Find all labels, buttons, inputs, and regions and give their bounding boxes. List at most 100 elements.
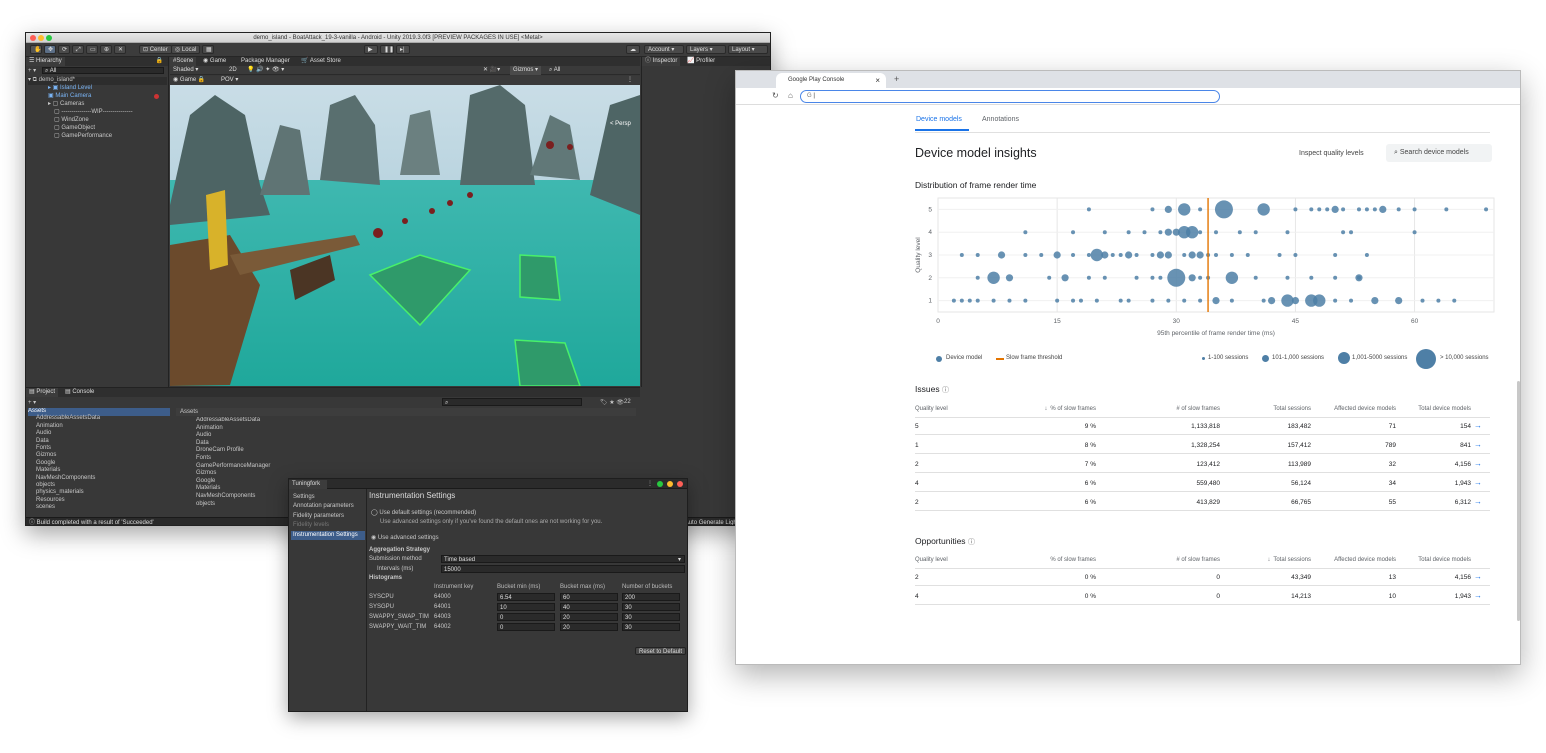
hierarchy-item-wip[interactable]: ▢ ---------------WIP--------------- [54,109,133,117]
device-model-point[interactable] [1349,298,1354,303]
device-model-point[interactable] [1444,207,1449,212]
device-model-point[interactable] [1156,251,1164,259]
device-model-point[interactable] [1047,275,1052,280]
device-model-point[interactable] [1023,253,1028,257]
device-model-point[interactable] [1281,294,1294,307]
device-model-point[interactable] [1372,207,1377,212]
nav-settings[interactable]: Settings [291,493,365,502]
histogram-value-input[interactable]: 0 [497,623,555,631]
device-model-point[interactable] [1134,275,1139,280]
column-header[interactable]: Quality level [915,557,948,563]
device-model-point[interactable] [1317,207,1322,212]
device-model-point[interactable] [1053,251,1061,259]
more-options-icon[interactable]: ⋮ [624,76,636,85]
project-folder-item[interactable]: AddressableAssetsData [36,415,100,423]
minimize-window-button[interactable] [38,35,44,41]
device-model-point[interactable] [1039,253,1044,257]
device-model-point[interactable] [1261,298,1266,303]
scale-tool-icon[interactable]: ⤢ [72,45,84,54]
open-details-arrow-icon[interactable]: → [1474,497,1482,506]
rotate-tool-icon[interactable]: ⟳ [58,45,70,54]
project-folder-item[interactable]: objects [36,482,55,490]
device-model-point[interactable] [1341,207,1346,212]
device-model-point[interactable] [1268,297,1276,305]
device-model-point[interactable] [1214,253,1218,257]
device-model-point[interactable] [1167,268,1186,287]
asset-item[interactable]: objects [196,501,215,509]
device-model-point[interactable] [1349,230,1354,235]
device-model-point[interactable] [1110,253,1115,257]
more-options-icon[interactable]: ⋮ [647,480,653,487]
hierarchy-item-main-camera[interactable]: ▣ Main Camera [48,93,91,101]
device-model-point[interactable] [1198,275,1203,280]
histogram-value-input[interactable]: 20 [560,613,618,621]
tab-hierarchy[interactable]: ☰ Hierarchy [26,57,65,66]
intervals-input[interactable]: 15000 [441,565,685,573]
hierarchy-item-island-level[interactable]: ▸ ▣ Island Level [48,85,92,93]
device-model-point[interactable] [1142,230,1147,235]
open-details-arrow-icon[interactable]: → [1474,440,1482,449]
device-model-point[interactable] [1237,230,1242,235]
inspect-quality-levels-link[interactable]: Inspect quality levels [1299,150,1364,157]
hierarchy-item-windzone[interactable]: ▢ WindZone [54,117,89,125]
device-model-point[interactable] [1071,298,1076,303]
open-details-arrow-icon[interactable]: → [1474,459,1482,468]
device-model-point[interactable] [1309,275,1314,280]
browser-tab[interactable]: Google Play Console × [776,73,886,88]
device-model-point[interactable] [1150,275,1155,280]
device-model-point[interactable] [967,298,972,303]
project-folder-item[interactable]: scenes [36,504,55,512]
device-model-point[interactable] [1134,253,1139,257]
device-model-point[interactable] [1229,298,1234,303]
project-folder-item[interactable]: Animation [36,423,63,431]
tab-asset-store[interactable]: 🛒 Asset Store [298,57,344,66]
add-object-button[interactable]: + ▾ [28,67,36,74]
device-model-point[interactable] [991,298,996,303]
default-settings-radio[interactable]: ◯ Use default settings (recommended) [371,509,476,516]
device-model-point[interactable] [1309,207,1314,212]
device-model-point[interactable] [1313,294,1326,307]
histogram-value-input[interactable]: 10 [497,603,555,611]
device-model-point[interactable] [1086,253,1091,257]
device-model-point[interactable] [1412,207,1417,212]
device-model-point[interactable] [1178,203,1191,216]
device-model-point[interactable] [1158,230,1163,235]
hierarchy-item-gameperformance[interactable]: ▢ GamePerformance [54,133,112,141]
device-model-point[interactable] [1371,297,1379,305]
pivot-center-button[interactable]: ⊡ Center [139,45,172,54]
histogram-value-input[interactable]: 6.54 [497,593,555,601]
histogram-value-input[interactable]: 200 [622,593,680,601]
close-tab-icon[interactable]: × [875,73,880,88]
project-folder-item[interactable]: Materials [36,467,60,475]
maximize-window-button[interactable] [46,35,52,41]
new-tab-button[interactable]: + [894,74,899,84]
device-model-point[interactable] [1005,274,1014,282]
column-header[interactable]: ↓% of slow frames [1026,406,1096,412]
device-model-point[interactable] [1055,298,1060,303]
device-model-point[interactable] [1198,298,1203,303]
cloud-icon[interactable]: ☁ [626,45,640,54]
device-model-point[interactable] [1214,230,1218,235]
device-model-point[interactable] [1253,230,1258,235]
device-model-point[interactable] [1102,275,1107,280]
custom-tool-icon[interactable]: ✕ [114,45,126,54]
column-header[interactable]: Total device models [1391,557,1471,563]
submission-method-select[interactable]: Time based ▾ [441,555,685,563]
tab-console[interactable]: ▤ Console [62,388,97,397]
column-header[interactable]: Affected device models [1296,406,1396,412]
device-model-point[interactable] [975,253,980,257]
url-input[interactable]: G | [800,90,1220,103]
tab-annotations[interactable]: Annotations [982,116,1019,123]
account-dropdown[interactable]: Account ▾ [644,45,684,54]
grid-snap-icon[interactable]: ▦ [202,45,214,54]
device-model-point[interactable] [1101,251,1109,259]
asset-item[interactable]: AddressableAssetsData [196,417,260,425]
device-model-point[interactable] [1090,248,1104,262]
layout-dropdown[interactable]: Layout ▾ [728,45,768,54]
tab-game[interactable]: ◉ Game [200,57,229,66]
asset-item[interactable]: Fonts [196,455,211,463]
device-model-point[interactable] [1245,253,1250,257]
device-model-point[interactable] [1364,207,1369,212]
tab-tuningfork[interactable]: Tuningfork [289,480,327,489]
device-model-point[interactable] [1164,251,1172,259]
